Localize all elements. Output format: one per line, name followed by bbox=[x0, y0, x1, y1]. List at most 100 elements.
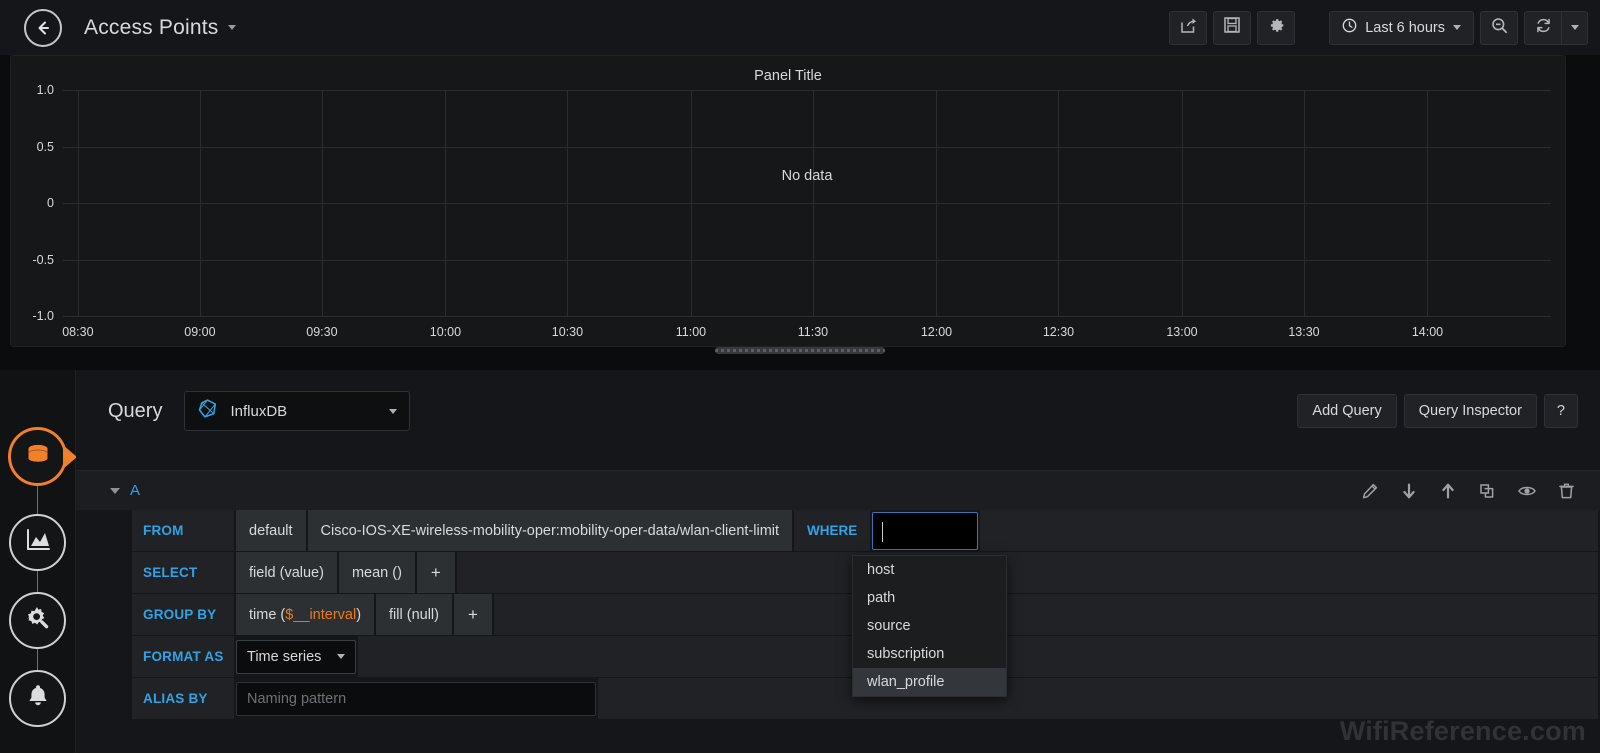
gridline-horizontal bbox=[63, 203, 1551, 204]
search-minus-icon bbox=[1491, 17, 1508, 39]
query-editor: Query InfluxDB Add Query Query Inspector… bbox=[76, 370, 1600, 753]
format-as-value: Time series bbox=[247, 648, 322, 665]
gridline-vertical bbox=[936, 90, 938, 316]
move-query-up-icon[interactable] bbox=[1440, 483, 1456, 499]
y-axis-tick: -0.5 bbox=[32, 252, 54, 267]
groupby-interval-variable: $__interval bbox=[285, 606, 357, 623]
suggestion-item-host[interactable]: host bbox=[853, 556, 1006, 584]
query-section-label: Query bbox=[108, 399, 163, 422]
refresh-interval-dropdown[interactable] bbox=[1562, 10, 1588, 45]
gridline-vertical bbox=[690, 90, 692, 316]
panel-title: Panel Title bbox=[754, 68, 822, 84]
x-axis-tick: 11:30 bbox=[797, 325, 829, 339]
query-builder-grid: FROM default Cisco-IOS-XE-wireless-mobil… bbox=[76, 510, 1600, 720]
chevron-down-icon bbox=[1570, 25, 1579, 30]
query-help-button[interactable]: ? bbox=[1543, 394, 1578, 428]
groupby-row-filler bbox=[493, 594, 1598, 635]
x-axis-tick: 09:30 bbox=[306, 325, 338, 339]
arrow-left-circle-icon bbox=[34, 19, 52, 37]
x-axis-tick: 12:00 bbox=[920, 325, 953, 339]
collapse-query-icon[interactable] bbox=[110, 487, 120, 494]
suggestion-item-path[interactable]: path bbox=[853, 584, 1006, 612]
y-axis-tick: 0.5 bbox=[36, 139, 54, 154]
sidebar-item-general-settings[interactable] bbox=[9, 592, 66, 649]
suggestion-item-wlan-profile[interactable]: wlan_profile bbox=[853, 668, 1006, 696]
x-axis-tick: 13:00 bbox=[1166, 325, 1198, 339]
refresh-control bbox=[1524, 10, 1588, 45]
gridline-vertical bbox=[445, 90, 447, 316]
share-button[interactable] bbox=[1169, 10, 1208, 45]
gridline-vertical bbox=[77, 90, 79, 316]
gear-wrench-icon bbox=[23, 603, 53, 638]
save-dashboard-button[interactable] bbox=[1213, 10, 1252, 45]
groupby-fill-segment[interactable]: fill (null) bbox=[376, 594, 452, 635]
query-format-row: FORMAT AS Time series bbox=[76, 636, 1600, 678]
move-query-down-icon[interactable] bbox=[1401, 483, 1417, 499]
x-axis-tick: 10:00 bbox=[429, 325, 462, 339]
edit-mode-sidebar bbox=[0, 370, 76, 753]
format-as-select[interactable]: Time series bbox=[236, 639, 357, 674]
where-label: WHERE bbox=[794, 510, 871, 551]
gridline-vertical bbox=[567, 90, 569, 316]
x-axis-tick: 10:30 bbox=[551, 325, 584, 339]
alias-by-label: ALIAS BY bbox=[132, 678, 236, 719]
query-inspector-button[interactable]: Query Inspector bbox=[1403, 394, 1537, 428]
x-axis-tick: 14:00 bbox=[1411, 325, 1444, 339]
gridline-vertical bbox=[812, 90, 814, 316]
chevron-down-icon bbox=[227, 25, 236, 31]
remove-query-icon[interactable] bbox=[1559, 483, 1574, 499]
share-icon bbox=[1180, 17, 1197, 39]
add-groupby-part-button[interactable]: + bbox=[453, 594, 492, 635]
sidebar-item-queries[interactable] bbox=[9, 428, 66, 485]
dashboard-settings-button[interactable] bbox=[1257, 10, 1296, 45]
page-title[interactable]: Access Points bbox=[84, 16, 236, 40]
sidebar-item-alert[interactable] bbox=[9, 670, 66, 727]
add-query-button[interactable]: Add Query bbox=[1297, 394, 1397, 428]
alias-by-input[interactable]: Naming pattern bbox=[236, 681, 596, 716]
chart-area-icon bbox=[23, 525, 53, 560]
gridline-vertical bbox=[1427, 90, 1429, 316]
gridline-horizontal bbox=[63, 90, 1551, 91]
graph-plot-area[interactable]: 1.0 0.5 0 -0.5 -1.0 08:30 09:00 09:30 10… bbox=[32, 83, 1551, 339]
measurement-segment[interactable]: Cisco-IOS-XE-wireless-mobility-oper:mobi… bbox=[307, 510, 793, 551]
where-tag-input[interactable] bbox=[872, 511, 979, 550]
toggle-query-icon[interactable] bbox=[1518, 483, 1536, 499]
gridline-vertical bbox=[321, 90, 323, 316]
suggestion-item-source[interactable]: source bbox=[853, 612, 1006, 640]
zoom-out-time-button[interactable] bbox=[1480, 10, 1518, 45]
edit-query-icon[interactable] bbox=[1362, 483, 1378, 499]
tag-suggestion-dropdown: host path source subscription wlan_profi… bbox=[852, 555, 1007, 697]
gear-icon bbox=[1268, 17, 1285, 39]
chevron-down-icon bbox=[337, 654, 346, 659]
x-axis-tick: 13:30 bbox=[1288, 325, 1320, 339]
groupby-time-segment[interactable]: time ($__interval) bbox=[236, 594, 375, 635]
select-aggregation-segment[interactable]: mean () bbox=[338, 552, 415, 593]
no-data-message: No data bbox=[781, 167, 833, 184]
time-range-label: Last 6 hours bbox=[1365, 19, 1445, 36]
query-row-header: A bbox=[76, 470, 1600, 510]
select-row-filler bbox=[456, 552, 1598, 593]
gridline-vertical bbox=[1303, 90, 1305, 316]
x-axis-tick: 08:30 bbox=[62, 325, 94, 339]
gridline-vertical bbox=[199, 90, 201, 316]
duplicate-query-icon[interactable] bbox=[1479, 483, 1495, 499]
top-navbar: Access Points Last 6 hours bbox=[0, 0, 1600, 55]
groupby-time-prefix: time ( bbox=[249, 606, 286, 623]
time-range-picker[interactable]: Last 6 hours bbox=[1329, 10, 1474, 45]
groupby-label: GROUP BY bbox=[132, 594, 236, 635]
sidebar-item-visualization[interactable] bbox=[9, 514, 66, 571]
panel-resize-handle[interactable] bbox=[715, 347, 885, 354]
graph-panel: Panel Title 1.0 0.5 0 -0.5 -1.0 08:30 09… bbox=[10, 55, 1566, 347]
y-axis-tick: -1.0 bbox=[32, 309, 54, 323]
retention-policy-segment[interactable]: default bbox=[236, 510, 306, 551]
datasource-name: InfluxDB bbox=[230, 402, 288, 420]
select-field-segment[interactable]: field (value) bbox=[236, 552, 337, 593]
add-select-part-button[interactable]: + bbox=[416, 552, 455, 593]
suggestion-item-subscription[interactable]: subscription bbox=[853, 640, 1006, 668]
x-axis-tick: 12:30 bbox=[1042, 325, 1075, 339]
gridline-vertical bbox=[1181, 90, 1183, 316]
query-select-row: SELECT field (value) mean () + bbox=[76, 552, 1600, 594]
refresh-button[interactable] bbox=[1524, 10, 1562, 45]
back-button[interactable] bbox=[24, 8, 62, 47]
datasource-picker[interactable]: InfluxDB bbox=[184, 391, 411, 431]
